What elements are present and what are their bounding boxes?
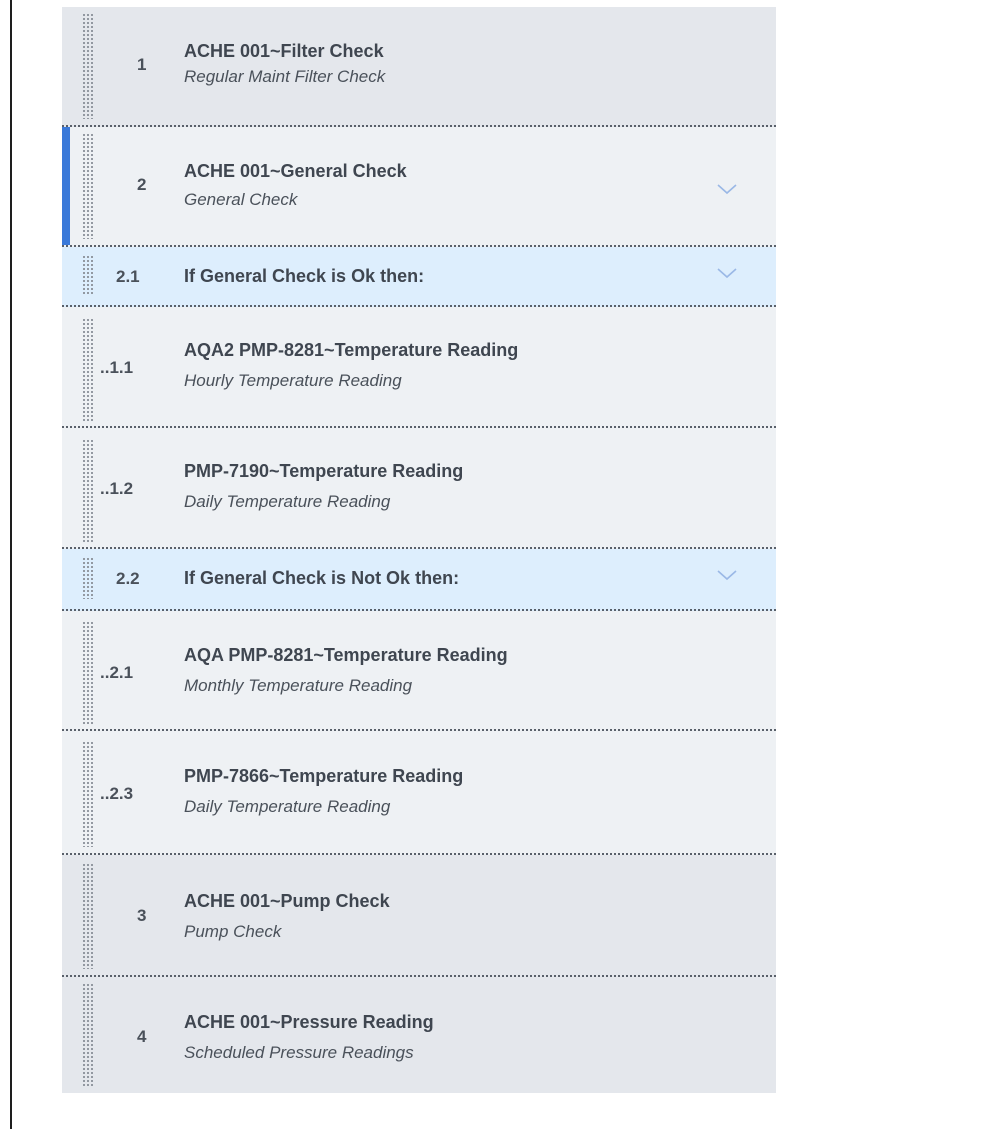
step-title: PMP-7866~Temperature Reading xyxy=(184,766,464,786)
step-description: Hourly Temperature Reading xyxy=(184,371,402,390)
step-number: ..1.1 xyxy=(100,358,134,377)
drag-handle-icon[interactable] xyxy=(82,13,94,119)
step-description: General Check xyxy=(184,190,298,209)
step-title: ACHE 001~Filter Check xyxy=(184,41,384,61)
step-description: Pump Check xyxy=(184,922,282,941)
step-number: ..2.3 xyxy=(100,784,134,803)
chevron-down-icon[interactable] xyxy=(716,182,738,196)
step-description: Scheduled Pressure Readings xyxy=(184,1043,414,1062)
drag-handle-icon[interactable] xyxy=(82,983,94,1087)
step-row-1[interactable]: 1 ACHE 001~Filter Check Regular Maint Fi… xyxy=(62,7,776,127)
step-row-2-3[interactable]: ..2.3 PMP-7866~Temperature Reading Daily… xyxy=(62,731,776,855)
step-row-1-2[interactable]: ..1.2 PMP-7190~Temperature Reading Daily… xyxy=(62,428,776,549)
condition-row-2-2[interactable]: 2.2 If General Check is Not Ok then: xyxy=(62,549,776,611)
step-number: 1 xyxy=(137,55,147,74)
step-description: Regular Maint Filter Check xyxy=(184,67,386,86)
step-title: ACHE 001~Pressure Reading xyxy=(184,1012,434,1032)
step-number: 2.2 xyxy=(116,569,140,588)
chevron-down-icon[interactable] xyxy=(716,568,738,582)
drag-handle-icon[interactable] xyxy=(82,439,94,543)
step-row-4[interactable]: 4 ACHE 001~Pressure Reading Scheduled Pr… xyxy=(62,977,776,1093)
step-description: Monthly Temperature Reading xyxy=(184,676,413,695)
drag-handle-icon[interactable] xyxy=(82,741,94,847)
condition-title: If General Check is Not Ok then: xyxy=(184,568,460,588)
drag-handle-icon[interactable] xyxy=(82,557,94,599)
step-list: 1 ACHE 001~Filter Check Regular Maint Fi… xyxy=(62,7,776,1093)
step-title: AQA2 PMP-8281~Temperature Reading xyxy=(184,340,519,360)
step-row-2-1[interactable]: ..2.1 AQA PMP-8281~Temperature Reading M… xyxy=(62,611,776,731)
condition-title: If General Check is Ok then: xyxy=(184,266,425,286)
step-description: Daily Temperature Reading xyxy=(184,492,391,511)
step-row-3[interactable]: 3 ACHE 001~Pump Check Pump Check xyxy=(62,855,776,977)
step-number: 3 xyxy=(137,906,147,925)
step-number: 2.1 xyxy=(116,267,140,286)
step-row-1-1[interactable]: ..1.1 AQA2 PMP-8281~Temperature Reading … xyxy=(62,307,776,428)
step-title: AQA PMP-8281~Temperature Reading xyxy=(184,645,508,665)
drag-handle-icon[interactable] xyxy=(82,863,94,969)
page-left-border xyxy=(10,0,12,1129)
step-row-2[interactable]: 2 ACHE 001~General Check General Check xyxy=(62,127,776,247)
step-number: ..2.1 xyxy=(100,663,134,682)
step-title: ACHE 001~General Check xyxy=(184,161,407,181)
drag-handle-icon[interactable] xyxy=(82,133,94,239)
drag-handle-icon[interactable] xyxy=(82,621,94,725)
drag-handle-icon[interactable] xyxy=(82,255,94,295)
step-title: ACHE 001~Pump Check xyxy=(184,891,390,911)
step-description: Daily Temperature Reading xyxy=(184,797,391,816)
drag-handle-icon[interactable] xyxy=(82,318,94,422)
step-number: ..1.2 xyxy=(100,479,134,498)
step-number: 2 xyxy=(137,175,147,194)
condition-row-2-1[interactable]: 2.1 If General Check is Ok then: xyxy=(62,247,776,307)
step-number: 4 xyxy=(137,1027,147,1046)
step-title: PMP-7190~Temperature Reading xyxy=(184,461,464,481)
chevron-down-icon[interactable] xyxy=(716,266,738,280)
